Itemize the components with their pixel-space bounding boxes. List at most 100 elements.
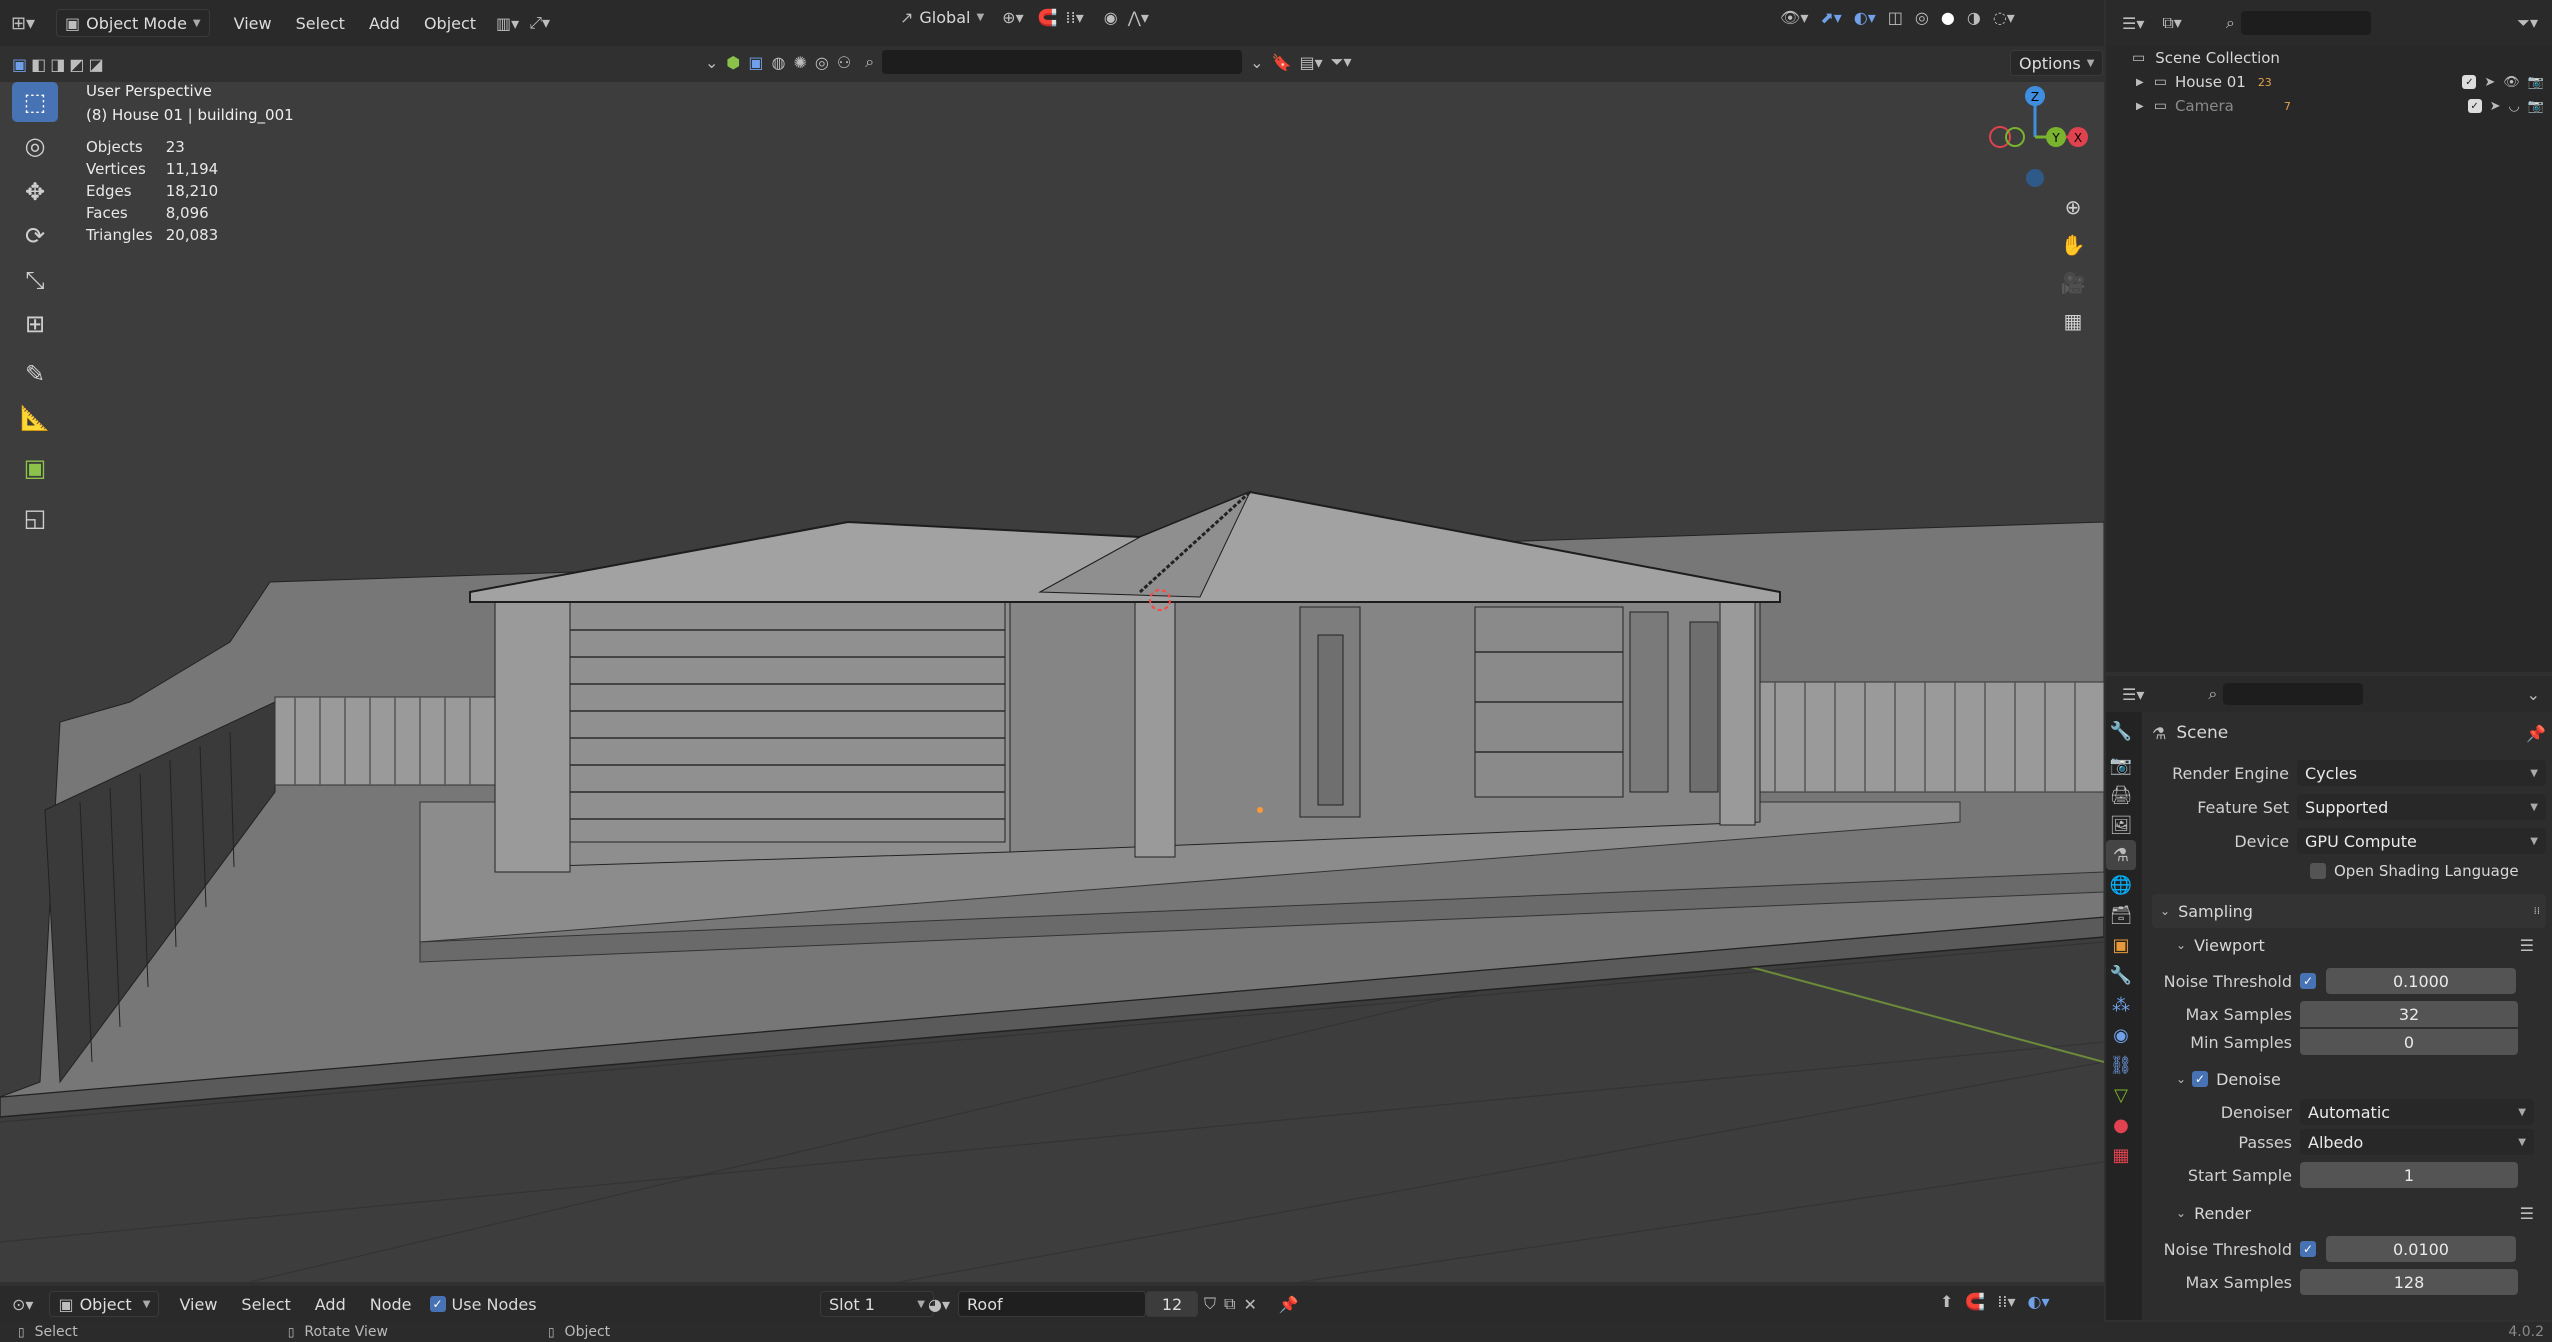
transform-tool-icon[interactable]: ⊞ bbox=[12, 304, 58, 344]
viewport-subsection[interactable]: ⌄ Viewport ☰ bbox=[2152, 928, 2546, 962]
exclude-checkbox[interactable]: ✓ bbox=[2467, 99, 2482, 113]
presets-list-icon[interactable]: ☰ bbox=[2520, 1204, 2534, 1223]
material-shading-icon[interactable]: ◑ bbox=[1967, 8, 1981, 27]
menu-object[interactable]: Object bbox=[412, 14, 488, 33]
outliner-item[interactable]: ▶ ▭ Camera 7 ✓ ➤ ◡ 📷 bbox=[2106, 94, 2552, 118]
viewport-search-input[interactable] bbox=[882, 50, 1243, 74]
overlays-icon[interactable]: ◐▾ bbox=[1854, 8, 1876, 27]
tool-tab-icon[interactable]: 🔧 bbox=[2106, 716, 2136, 746]
camera-view-icon[interactable]: 🎥 bbox=[2056, 266, 2090, 300]
select-cursor-icon[interactable]: ➤ bbox=[2490, 99, 2501, 114]
node-menu-view[interactable]: View bbox=[167, 1295, 229, 1314]
outliner-scene-collection[interactable]: ▭ Scene Collection bbox=[2106, 46, 2552, 70]
falloff-icon[interactable]: ⋀▾ bbox=[1128, 8, 1149, 27]
filter-icon[interactable]: ⏷▾ bbox=[1331, 52, 1352, 72]
denoiser-dropdown[interactable]: Automatic ▼ bbox=[2300, 1099, 2534, 1125]
render-subsection[interactable]: ⌄ Render ☰ bbox=[2152, 1196, 2546, 1230]
navigation-gizmo[interactable]: Z X Y bbox=[1980, 82, 2090, 192]
particles-tab-icon[interactable]: ⁂ bbox=[2106, 990, 2136, 1020]
render-noise-threshold-field[interactable]: 0.0100 bbox=[2326, 1236, 2516, 1262]
mode-dropdown[interactable]: ▣ Object Mode ▼ bbox=[56, 9, 210, 37]
close-icon[interactable]: ✕ bbox=[1243, 1295, 1256, 1314]
viewport-max-samples-field[interactable]: 32 bbox=[2300, 1001, 2518, 1027]
eye-closed-icon[interactable]: ◡ bbox=[2508, 99, 2519, 114]
menu-select[interactable]: Select bbox=[284, 14, 357, 33]
node-menu-node[interactable]: Node bbox=[358, 1295, 424, 1314]
denoise-subsection[interactable]: ⌄ ✓ Denoise bbox=[2152, 1062, 2546, 1096]
zoom-icon[interactable]: ⊕ bbox=[2056, 190, 2090, 224]
expand-arrow-icon[interactable]: ▶ bbox=[2136, 101, 2144, 112]
pin-icon[interactable]: 📌 bbox=[2526, 724, 2546, 743]
material-users-count[interactable]: 12 bbox=[1146, 1291, 1198, 1317]
pin-icon[interactable]: 📌 bbox=[1279, 1295, 1299, 1314]
select-box-invert-icon[interactable]: ◩ bbox=[69, 55, 84, 74]
denoise-checkbox[interactable]: ✓ bbox=[2192, 1071, 2209, 1087]
viewport-noise-threshold-field[interactable]: 0.1000 bbox=[2326, 968, 2516, 994]
filter-camera-icon[interactable]: ◎ bbox=[815, 53, 829, 72]
noise-threshold-checkbox[interactable]: ✓ bbox=[2300, 973, 2316, 989]
snap-icon[interactable]: 🧲 bbox=[1965, 1292, 1985, 1311]
perspective-grid-icon[interactable]: ▦ bbox=[2056, 304, 2090, 338]
viewport-3d[interactable]: ⬚ ◎ ✥ ⟳ ⤡ ⊞ ✎ 📐 ▣ ◱ User Perspective (8)… bbox=[0, 82, 2104, 1282]
scale-tool-icon[interactable]: ⤡ bbox=[12, 260, 58, 300]
material-browse-icon[interactable]: ◕▾ bbox=[928, 1295, 950, 1314]
move-tool-icon[interactable]: ✥ bbox=[12, 172, 58, 212]
use-nodes-checkbox[interactable]: ✓ bbox=[429, 1296, 446, 1312]
output-tab-icon[interactable]: 🖨 bbox=[2106, 780, 2136, 810]
physics-tab-icon[interactable]: ◉ bbox=[2106, 1020, 2136, 1050]
fake-user-shield-icon[interactable]: ⛉ bbox=[1204, 1294, 1216, 1314]
snap-mode-icon[interactable]: ▥▾ bbox=[496, 14, 519, 33]
rotate-tool-icon[interactable]: ⟳ bbox=[12, 216, 58, 256]
start-sample-field[interactable]: 1 bbox=[2300, 1162, 2518, 1188]
modifier-tab-icon[interactable]: 🔧 bbox=[2106, 960, 2136, 990]
pan-hand-icon[interactable]: ✋ bbox=[2056, 228, 2090, 262]
gizmo-toggle-icon[interactable]: ⬈▾ bbox=[1820, 8, 1841, 27]
shear-tool-icon[interactable]: ◱ bbox=[12, 498, 58, 538]
bookmark-icon[interactable]: 🔖 bbox=[1272, 53, 1292, 72]
render-engine-dropdown[interactable]: Cycles ▼ bbox=[2297, 760, 2546, 786]
rendered-shading-icon[interactable]: ◌▾ bbox=[1993, 8, 2015, 27]
filter-icon[interactable]: ⏷▾ bbox=[2517, 13, 2538, 33]
material-name-field[interactable]: Roof bbox=[958, 1291, 1146, 1317]
add-cube-tool-icon[interactable]: ▣ bbox=[12, 448, 58, 488]
scene-tab-icon[interactable]: ⚗ bbox=[2106, 840, 2136, 870]
solid-shading-icon[interactable]: ● bbox=[1941, 8, 1955, 27]
wireframe-shading-icon[interactable]: ◎ bbox=[1915, 8, 1929, 27]
render-tab-icon[interactable]: 📷 bbox=[2106, 750, 2136, 780]
cursor-tool-icon[interactable]: ◎ bbox=[12, 126, 58, 166]
editor-type-icon[interactable]: ⊞▾ bbox=[0, 0, 46, 46]
render-max-samples-field[interactable]: 128 bbox=[2300, 1269, 2518, 1295]
exclude-checkbox[interactable]: ✓ bbox=[2462, 75, 2477, 89]
layout-icon[interactable]: ▤▾ bbox=[1299, 53, 1322, 72]
shader-type-dropdown[interactable]: ▣ Object ▼ bbox=[49, 1291, 160, 1317]
constraints-tab-icon[interactable]: ⛓ bbox=[2106, 1050, 2136, 1080]
chevron-down-icon[interactable]: ⌄ bbox=[2527, 685, 2540, 704]
annotate-tool-icon[interactable]: ✎ bbox=[12, 354, 58, 394]
passes-dropdown[interactable]: Albedo ▼ bbox=[2300, 1129, 2534, 1155]
outliner-search-input[interactable] bbox=[2240, 11, 2371, 35]
filter-sphere-icon[interactable]: ◍ bbox=[772, 53, 786, 72]
collection-tab-icon[interactable]: 🗃 bbox=[2106, 900, 2136, 930]
slot-dropdown[interactable]: Slot 1 ▼ bbox=[820, 1291, 934, 1317]
pivot-icon[interactable]: ⊕▾ bbox=[1002, 8, 1023, 27]
editor-type-icon[interactable]: ⊙▾ bbox=[12, 1295, 33, 1314]
transform-affect-icon[interactable]: ⤢▾ bbox=[529, 13, 550, 33]
xray-icon[interactable]: ◫ bbox=[1888, 8, 1903, 27]
filter-misc-icon[interactable]: ⚇ bbox=[837, 53, 851, 72]
world-tab-icon[interactable]: 🌐 bbox=[2106, 870, 2136, 900]
feature-set-dropdown[interactable]: Supported ▼ bbox=[2297, 794, 2546, 820]
node-menu-select[interactable]: Select bbox=[229, 1295, 302, 1314]
object-tab-icon[interactable]: ▣ bbox=[2106, 930, 2136, 960]
measure-tool-icon[interactable]: 📐 bbox=[12, 398, 58, 438]
data-tab-icon[interactable]: ▽ bbox=[2106, 1080, 2136, 1110]
select-box-intersect-icon[interactable]: ◪ bbox=[89, 55, 104, 74]
render-noise-threshold-checkbox[interactable]: ✓ bbox=[2300, 1241, 2316, 1257]
camera-render-icon[interactable]: 📷 bbox=[2528, 99, 2544, 114]
snap-icon[interactable]: 🧲 bbox=[1038, 8, 1058, 27]
display-mode-icon[interactable]: ⧉▾ bbox=[2162, 13, 2181, 33]
snap-target-icon[interactable]: ⁞⁞▾ bbox=[1997, 1292, 2015, 1311]
chevron-down-icon[interactable]: ⌄ bbox=[1250, 53, 1263, 72]
chevron-down-icon[interactable]: ⌄ bbox=[705, 53, 718, 72]
overlays-icon[interactable]: ◐▾ bbox=[2028, 1292, 2050, 1311]
editor-type-icon[interactable]: ☰▾ bbox=[2122, 685, 2144, 704]
